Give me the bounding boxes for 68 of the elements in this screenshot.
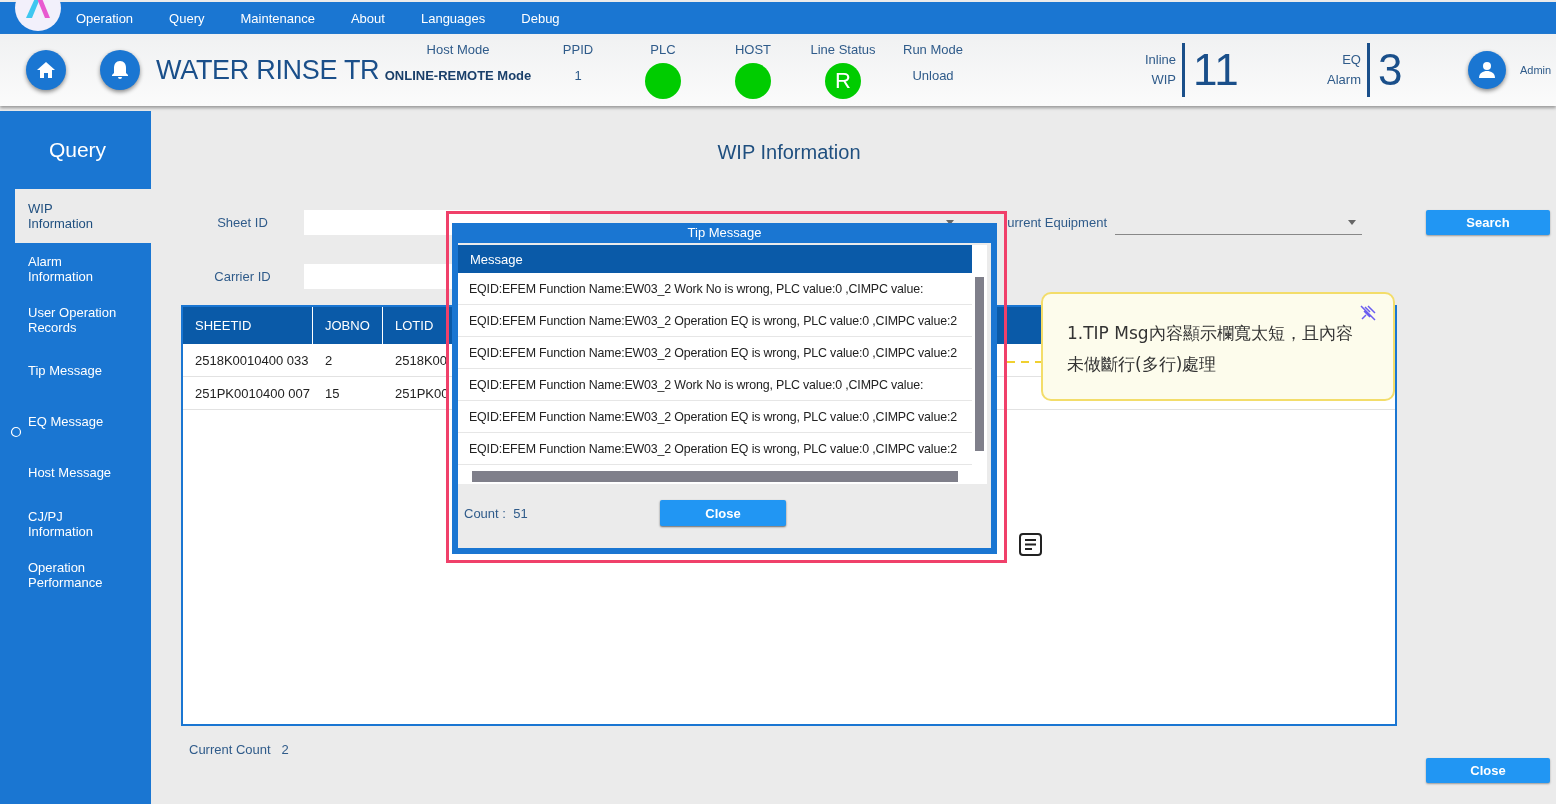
table-cell-text: 2518K00	[394, 351, 445, 370]
note-icon[interactable]	[1018, 532, 1043, 557]
menu-item[interactable]: Operation	[76, 10, 134, 26]
notification-button[interactable]	[100, 50, 140, 90]
message-row[interactable]: EQID:EFEM Function Name:EW03_2 Operation EQ is wrong, PLC value:0 ,CIMPC value:2	[458, 337, 972, 369]
user-icon	[1478, 61, 1496, 79]
counter-label: EQ Alarm	[1326, 51, 1361, 89]
table-cell-text: 251PK0010400 007	[194, 384, 311, 403]
dialog-close-button[interactable]: Close	[660, 500, 786, 526]
menu-item[interactable]: Languages	[420, 10, 486, 26]
close-button[interactable]: Close	[1426, 758, 1550, 783]
table-cell-text: 2	[324, 351, 334, 370]
menu-item[interactable]: Query	[169, 10, 205, 26]
status-label: Run Mode	[903, 41, 963, 57]
table-cell-text: 15	[324, 384, 341, 403]
home-button[interactable]	[26, 50, 66, 90]
message-row[interactable]: EQID:EFEM Function Name:EW03_2 Work No is wrong, PLC value:0 ,CIMPC value:	[458, 273, 972, 305]
column-header: SHEETID	[183, 307, 313, 344]
equipment-title: WATER RINSE TR	[156, 54, 381, 86]
message-row[interactable]: EQID:EFEM Function Name:EW03_2 Operation EQ is wrong, PLC value:0 ,CIMPC value:2	[458, 401, 972, 433]
status-label: PPID	[562, 41, 594, 57]
search-button[interactable]: Search	[1426, 210, 1550, 235]
menu-item[interactable]: About	[350, 10, 385, 26]
user-avatar[interactable]	[1468, 51, 1506, 89]
menu-item[interactable]: Maintenance	[240, 10, 315, 26]
status-value: ONLINE-REMOTE Mode	[384, 66, 532, 85]
status-label: PLC	[650, 41, 676, 57]
message-count: Count : 51	[464, 505, 529, 521]
current-count: Current Count 2	[189, 742, 289, 757]
caret-icon	[1348, 219, 1356, 225]
status-label: Host Mode	[426, 41, 490, 57]
sidebar-item[interactable]: CJ/PJ Information	[15, 498, 151, 549]
field-label: Carrier ID	[213, 269, 272, 284]
status-label: Line Status	[810, 41, 876, 57]
sidebar-item[interactable]: Operation Performance	[15, 549, 151, 600]
counter-value: 3	[1378, 45, 1404, 95]
sidebar-title: Query	[47, 137, 108, 163]
leader-line	[1007, 360, 1041, 364]
unpin-icon[interactable]	[1359, 304, 1377, 322]
field-label: Sheet ID	[216, 215, 269, 230]
status-value: 1	[574, 66, 582, 85]
counter-label: Inline WIP	[1143, 51, 1176, 89]
message-row[interactable]: EQID:EFEM Function Name:EW03_2 Operation EQ is wrong, PLC value:0 ,CIMPC value:2	[458, 433, 972, 465]
dialog-title: Tip Message	[687, 224, 762, 242]
message-row[interactable]: EQID:EFEM Function Name:EW03_2 Operation EQ is wrong, PLC value:0 ,CIMPC value:2	[458, 305, 972, 337]
sidebar-item[interactable]: Tip Message	[15, 345, 151, 396]
field-label: urrent Equipment	[1006, 215, 1108, 230]
table-cell-text: 251PK00	[394, 384, 445, 403]
counter-value: 11	[1193, 45, 1240, 95]
status-value: Unload	[912, 66, 954, 85]
sidebar-item[interactable]: User Operation Records	[15, 294, 151, 345]
sidebar-item[interactable]: Alarm Information	[15, 243, 151, 294]
home-icon	[36, 61, 56, 79]
bell-icon	[111, 60, 129, 80]
sidebar-item[interactable]: WIP Information	[15, 189, 151, 243]
message-row[interactable]: EQID:EFEM Function Name:EW03_2 Work No is wrong, PLC value:0 ,CIMPC value:	[458, 369, 972, 401]
sidebar-item[interactable]: EQ Message	[15, 396, 151, 447]
page-title: WIP Information	[716, 141, 862, 164]
menu-item[interactable]: Debug	[521, 10, 560, 26]
table-cell-text: 2518K0010400 033	[194, 351, 310, 370]
sidebar-item[interactable]: Host Message	[15, 447, 151, 498]
status-light: R	[825, 62, 861, 99]
ring-icon	[10, 426, 22, 438]
column-header: Message	[458, 245, 972, 273]
caret-icon	[946, 219, 954, 225]
user-name: Admin	[1520, 64, 1552, 76]
column-header: JOBNO	[313, 307, 383, 344]
status-label: HOST	[734, 41, 772, 57]
